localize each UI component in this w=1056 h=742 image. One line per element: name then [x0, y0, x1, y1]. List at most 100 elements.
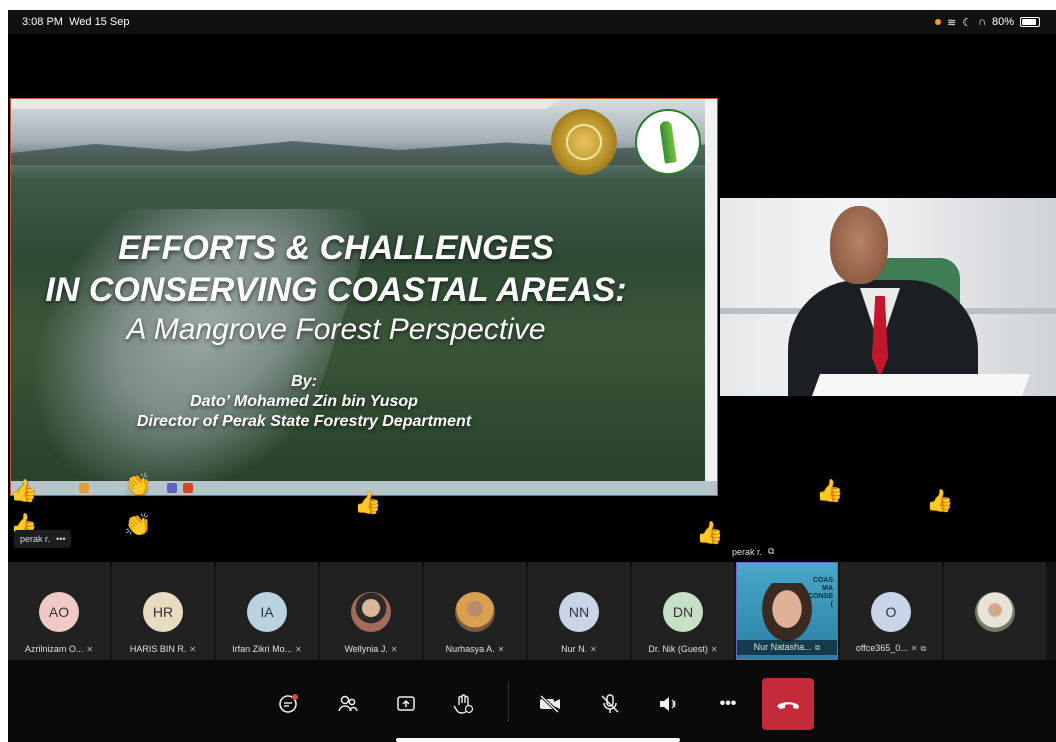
mic-muted-icon: ✕: [710, 645, 718, 654]
avatar: [455, 592, 495, 632]
participant-label: Nurhasya A. ✕: [424, 644, 526, 654]
participant-tile[interactable]: [944, 562, 1046, 660]
avatar: IA: [247, 592, 287, 632]
participant-video-face: [759, 583, 815, 645]
mic-muted-icon: ✕: [910, 644, 918, 653]
participant-tile[interactable]: Wellynia J. ✕: [320, 562, 422, 660]
participant-tile[interactable]: IA Irfan Zikri Mo... ✕: [216, 562, 318, 660]
speaker-name: perak r.: [732, 546, 763, 557]
teams-meeting-window: 3:08 PM Wed 15 Sep ≋ ☾ ∩ 80% EFFORTS & C…: [8, 10, 1056, 742]
participant-name: Nur N.: [561, 644, 588, 654]
forestry-department-logo: [635, 109, 701, 175]
slide-title-line1: EFFORTS & CHALLENGES: [118, 229, 554, 267]
battery-percent: 80%: [991, 16, 1014, 28]
participant-video-background-text: COAS MA CONSE(: [808, 577, 833, 608]
avatar: [351, 592, 391, 632]
status-time: 3:08 PM: [22, 16, 63, 28]
share-icon[interactable]: [388, 686, 424, 722]
participant-label: Nur N. ✕: [528, 644, 630, 654]
chrome-icon: [79, 483, 89, 493]
perak-crest-logo: [551, 109, 617, 175]
desk-paper: [811, 374, 1031, 396]
participant-tile[interactable]: AO Azrilnizam O... ✕: [8, 562, 110, 660]
mic-muted-icon: ✕: [497, 645, 505, 654]
avatar: DN: [663, 592, 703, 632]
participant-name: Dr. Nik (Guest): [648, 644, 708, 654]
status-left: 3:08 PM Wed 15 Sep: [22, 16, 129, 28]
battery-icon: [1020, 17, 1040, 27]
clap-reaction-icon: 👏: [124, 472, 152, 497]
raise-hand-icon[interactable]: [446, 686, 482, 722]
thumbs-up-reaction-icon: 👍: [10, 478, 38, 503]
speaker-video-panel[interactable]: 👍 👍 perak r. ⧉: [720, 34, 1056, 562]
avatar: [975, 592, 1015, 632]
presentation-slide: EFFORTS & CHALLENGES IN CONSERVING COAST…: [10, 98, 718, 496]
thumbs-up-reaction-icon: 👍: [816, 478, 844, 503]
avatar: NN: [559, 592, 599, 632]
speaker-icon[interactable]: [650, 686, 686, 722]
participant-label: Wellynia J. ✕: [320, 644, 422, 654]
participant-tile[interactable]: DN Dr. Nik (Guest) ✕: [632, 562, 734, 660]
speaker-head: [830, 206, 888, 284]
leave-call-button[interactable]: [762, 678, 814, 730]
participant-name: Irfan Zikri Mo...: [232, 644, 293, 654]
headphones-icon: ∩: [978, 16, 986, 28]
participant-name: Nur Natasha...: [753, 642, 812, 652]
chat-icon[interactable]: [270, 686, 306, 722]
status-right: ≋ ☾ ∩ 80%: [934, 16, 1040, 29]
participant-label: Nur Natasha... ⧉: [737, 640, 837, 655]
avatar: AO: [39, 592, 79, 632]
participant-tile[interactable]: NN Nur N. ✕: [528, 562, 630, 660]
teams-taskbar-icon: [167, 483, 177, 493]
meeting-controls-bar: •••: [8, 660, 1056, 742]
mic-muted-icon: ✕: [189, 645, 197, 654]
participant-tile[interactable]: HR HARIS BIN R. ✕: [112, 562, 214, 660]
participant-name: Nurhasya A.: [445, 644, 495, 654]
speaker-video: [720, 198, 1056, 396]
presenter-name: perak r.: [20, 534, 51, 544]
avatar: HR: [143, 592, 183, 632]
slide-top-border: [11, 99, 562, 109]
presenter-name-pill[interactable]: perak r. •••: [14, 530, 72, 548]
participants-strip: AO Azrilnizam O... ✕ HR HARIS BIN R. ✕ IA …: [8, 562, 1056, 660]
status-date: Wed 15 Sep: [69, 16, 130, 28]
participant-tile[interactable]: Nurhasya A. ✕: [424, 562, 526, 660]
more-options-button[interactable]: •••: [710, 686, 746, 722]
participant-name: HARIS BIN R.: [129, 644, 187, 654]
mic-muted-icon: ✕: [295, 645, 302, 654]
controls-divider: [508, 682, 509, 722]
home-indicator: [396, 738, 680, 742]
powerpoint-icon: [183, 483, 193, 493]
slide-subtitle: A Mangrove Forest Perspective: [126, 313, 546, 346]
participant-label: offce365_0... ✕ ⧉: [840, 643, 942, 654]
participant-name: Azrilnizam O...: [24, 644, 84, 654]
wifi-icon: ≋: [946, 16, 957, 29]
thumbs-up-reaction-icon: 👍: [354, 490, 382, 515]
shared-screen-stage[interactable]: EFFORTS & CHALLENGES IN CONSERVING COAST…: [8, 34, 723, 562]
slide-author: Dato’ Mohamed Zin bin Yusop: [190, 393, 418, 410]
slide-author-role: Director of Perak State Forestry Departm…: [136, 413, 472, 430]
participant-tile[interactable]: O offce365_0... ✕ ⧉: [840, 562, 942, 660]
participant-label: HARIS BIN R. ✕: [112, 644, 214, 654]
participant-label: Azrilnizam O... ✕: [8, 644, 110, 654]
mic-off-icon[interactable]: [592, 686, 628, 722]
mic-muted-icon: ✕: [590, 645, 597, 654]
camera-off-icon[interactable]: [532, 686, 568, 722]
participant-label: Dr. Nik (Guest) ✕: [632, 644, 734, 654]
thumbs-up-reaction-icon: 👍: [926, 488, 954, 513]
people-icon[interactable]: [330, 686, 366, 722]
status-bar: 3:08 PM Wed 15 Sep ≋ ☾ ∩ 80%: [8, 10, 1056, 34]
mic-muted-icon: ✕: [86, 645, 94, 654]
avatar: O: [871, 592, 911, 632]
slide-right-border: [705, 99, 717, 495]
mic-muted-icon: ✕: [390, 645, 398, 654]
recording-dot-icon: [934, 19, 941, 25]
hang-up-icon: [775, 691, 801, 717]
participant-name: Wellynia J.: [344, 644, 388, 654]
more-options-icon[interactable]: •••: [56, 534, 65, 544]
screen-share-icon: ⧉: [814, 643, 821, 652]
moon-icon: ☾: [962, 16, 973, 29]
slide-title-line2: IN CONSERVING COASTAL AREAS:: [45, 271, 627, 309]
speaker-name-pill: perak r. ⧉: [726, 542, 780, 561]
participant-tile-video[interactable]: COAS MA CONSE( Nur Natasha... ⧉: [736, 562, 838, 660]
